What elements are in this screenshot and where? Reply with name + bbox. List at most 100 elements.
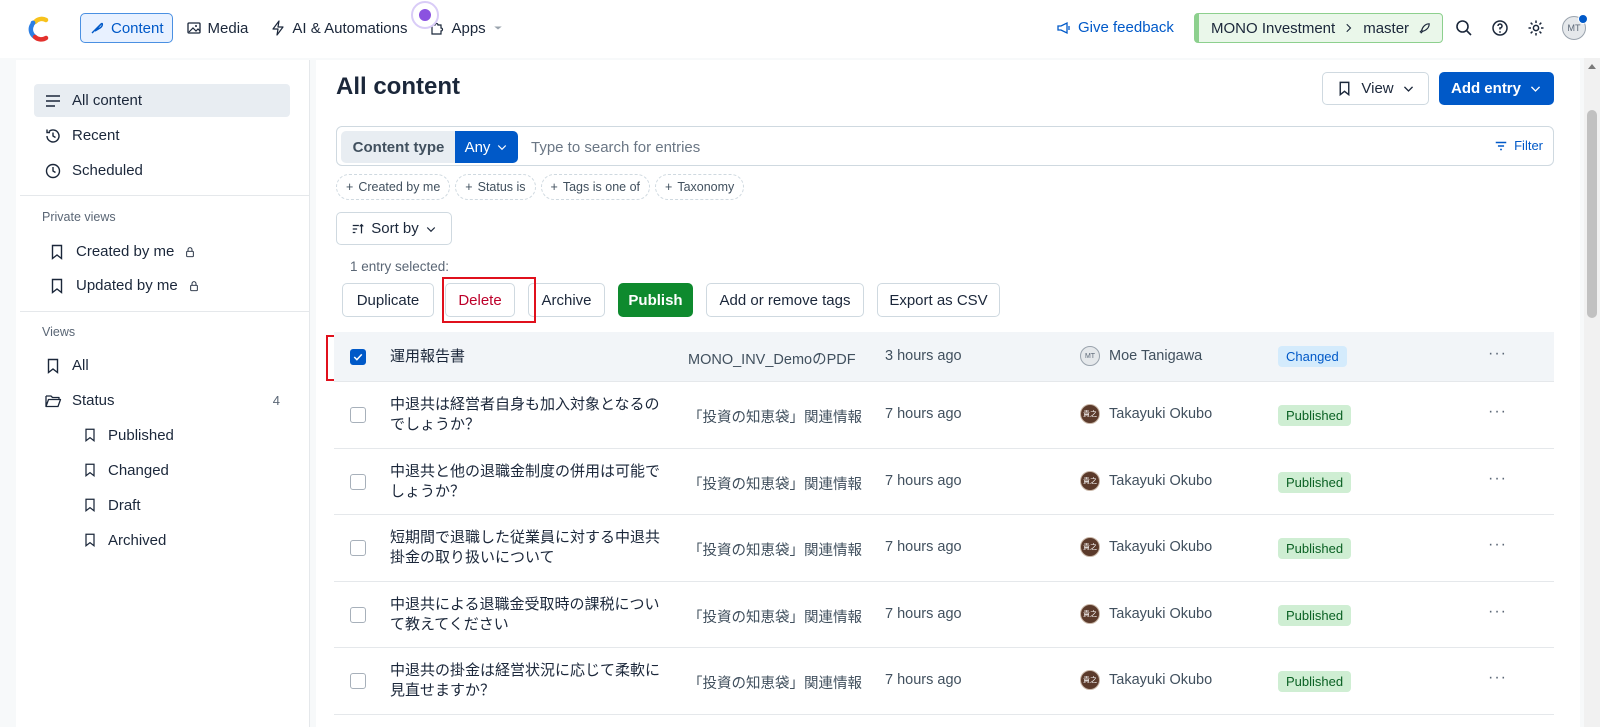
row-checkbox[interactable] bbox=[350, 474, 366, 490]
row-checkbox[interactable] bbox=[350, 407, 366, 423]
sidebar-item-label: All bbox=[72, 357, 89, 374]
sidebar-item-scheduled[interactable]: Scheduled bbox=[34, 154, 290, 187]
more-actions-icon[interactable]: ··· bbox=[1488, 470, 1507, 488]
more-actions-icon[interactable]: ··· bbox=[1488, 536, 1507, 554]
sidebar-item-updated-by-me[interactable]: Updated by me bbox=[38, 269, 294, 302]
search-icon[interactable] bbox=[1454, 18, 1474, 38]
entry-name[interactable]: 中退共は経営者自身も加入対象となるのでしょうか？ bbox=[390, 395, 660, 435]
sidebar-item-recent[interactable]: Recent bbox=[34, 119, 290, 152]
sidebar-item-draft[interactable]: Draft bbox=[82, 490, 332, 520]
author-avatar: 貴之 bbox=[1080, 404, 1100, 424]
add-remove-tags-button[interactable]: Add or remove tags bbox=[706, 283, 864, 317]
entry-updated: 7 hours ago bbox=[885, 606, 962, 622]
table-row[interactable]: 短期間で退職した従業員に対する中退共掛金の取り扱いについて 「投資の知恵袋」関連… bbox=[334, 515, 1554, 582]
nav-content[interactable]: Content bbox=[80, 13, 173, 43]
entry-name[interactable]: 短期間で退職した従業員に対する中退共掛金の取り扱いについて bbox=[390, 528, 660, 568]
status-badge: Published bbox=[1278, 671, 1352, 692]
nav-media[interactable]: Media bbox=[177, 13, 258, 43]
sort-by-label: Sort by bbox=[371, 220, 419, 237]
sidebar-item-label: Archived bbox=[108, 531, 167, 549]
author-avatar: MT bbox=[1080, 346, 1100, 366]
table-row[interactable]: 中退共の掛金は経営状況に応じて柔軟に見直せますか？ 「投資の知恵袋」関連情報 7… bbox=[334, 648, 1554, 715]
environment-name: master bbox=[1363, 19, 1410, 37]
sidebar-item-status[interactable]: Status 4 bbox=[34, 384, 290, 417]
author-avatar: 貴之 bbox=[1080, 471, 1100, 491]
archive-button[interactable]: Archive bbox=[528, 283, 605, 317]
view-button[interactable]: View bbox=[1322, 72, 1429, 105]
entry-name[interactable]: 中退共と他の退職金制度の併用は可能でしょうか？ bbox=[390, 462, 660, 502]
entry-author: 貴之 Takayuki Okubo bbox=[1080, 604, 1212, 624]
row-checkbox[interactable] bbox=[350, 673, 366, 689]
row-checkbox[interactable] bbox=[350, 540, 366, 556]
author-avatar: 貴之 bbox=[1080, 604, 1100, 624]
more-actions-icon[interactable]: ··· bbox=[1488, 403, 1507, 421]
scroll-thumb[interactable] bbox=[1587, 110, 1597, 318]
give-feedback-link[interactable]: Give feedback bbox=[1056, 19, 1174, 36]
sidebar-item-label: Created by me bbox=[76, 243, 175, 260]
chip-tags-is-one-of[interactable]: + Tags is one of bbox=[540, 174, 650, 200]
export-csv-button[interactable]: Export as CSV bbox=[877, 283, 1000, 317]
publish-button[interactable]: Publish bbox=[618, 283, 693, 317]
table-row[interactable]: 運用報告書 MONO_INV_DemoのPDF 3 hours ago MT M… bbox=[334, 332, 1554, 382]
chevron-down-icon bbox=[493, 26, 502, 30]
chip-label: Tags is one of bbox=[562, 180, 640, 194]
sidebar-item-label: Draft bbox=[108, 496, 141, 514]
table-row[interactable]: 中退共は経営者自身も加入対象となるのでしょうか？ 「投資の知恵袋」関連情報 7 … bbox=[334, 382, 1554, 449]
sidebar-item-label: All content bbox=[72, 92, 143, 109]
status-badge: Changed bbox=[1278, 346, 1347, 367]
sidebar-item-all-content[interactable]: All content bbox=[34, 84, 290, 117]
entry-name[interactable]: 運用報告書 bbox=[390, 347, 660, 367]
image-icon bbox=[186, 22, 201, 34]
chip-taxonomy[interactable]: + Taxonomy bbox=[655, 174, 745, 200]
sidebar-item-changed[interactable]: Changed bbox=[82, 455, 332, 485]
table-row[interactable]: 中退共による退職金受取時の課税について教えてください 「投資の知恵袋」関連情報 … bbox=[334, 582, 1554, 648]
nav-apps-label: Apps bbox=[451, 19, 486, 37]
entry-name[interactable]: 中退共による退職金受取時の課税について教えてください bbox=[390, 595, 660, 635]
sidebar-item-archived[interactable]: Archived bbox=[82, 525, 332, 555]
chip-created-by-me[interactable]: + Created by me bbox=[336, 174, 451, 200]
entry-content-type: 「投資の知恵袋」関連情報 bbox=[688, 477, 862, 493]
duplicate-button[interactable]: Duplicate bbox=[342, 283, 434, 317]
table-row[interactable]: 中退共と他の退職金制度の併用は可能でしょうか？ 「投資の知恵袋」関連情報 7 h… bbox=[334, 449, 1554, 515]
sidebar-item-created-by-me[interactable]: Created by me bbox=[38, 235, 294, 268]
help-icon[interactable] bbox=[1490, 18, 1510, 38]
sidebar-item-all[interactable]: All bbox=[34, 349, 290, 382]
status-badge: Published bbox=[1278, 472, 1352, 493]
delete-highlight-box bbox=[442, 277, 536, 323]
add-entry-button[interactable]: Add entry bbox=[1439, 72, 1554, 105]
lightning-icon bbox=[272, 20, 285, 36]
chip-status-is[interactable]: + Status is bbox=[455, 174, 536, 200]
view-button-label: View bbox=[1361, 80, 1394, 97]
contentful-logo-icon[interactable] bbox=[26, 16, 52, 42]
scroll-up-arrow-icon[interactable] bbox=[1588, 64, 1596, 69]
plus-icon: + bbox=[550, 180, 558, 194]
entry-author: MT Moe Tanigawa bbox=[1080, 346, 1202, 366]
more-actions-icon[interactable]: ··· bbox=[1488, 669, 1507, 687]
more-actions-icon[interactable]: ··· bbox=[1488, 345, 1507, 363]
notification-dot-icon[interactable] bbox=[411, 1, 439, 29]
gear-icon[interactable] bbox=[1526, 18, 1546, 38]
content-type-select[interactable]: Any bbox=[455, 131, 518, 163]
sort-by-button[interactable]: Sort by bbox=[336, 212, 452, 245]
row-checkbox[interactable] bbox=[350, 349, 366, 365]
entry-updated: 7 hours ago bbox=[885, 406, 962, 422]
content-type-value: Any bbox=[464, 138, 491, 156]
checkmark-icon bbox=[353, 353, 363, 361]
more-actions-icon[interactable]: ··· bbox=[1488, 603, 1507, 621]
nav-ai-automations[interactable]: AI & Automations bbox=[261, 13, 416, 43]
entry-name[interactable]: 中退共の掛金は経営状況に応じて柔軟に見直せますか？ bbox=[390, 661, 660, 701]
megaphone-icon bbox=[1057, 21, 1070, 34]
status-badge: Published bbox=[1278, 405, 1352, 426]
entry-author: 貴之 Takayuki Okubo bbox=[1080, 537, 1212, 557]
sidebar-item-published[interactable]: Published bbox=[82, 420, 332, 450]
page-scrollbar[interactable] bbox=[1584, 58, 1600, 727]
user-avatar[interactable]: MT bbox=[1562, 14, 1588, 40]
plus-icon: + bbox=[465, 180, 473, 194]
search-input[interactable] bbox=[531, 133, 1431, 161]
content-type-label: Content type bbox=[341, 131, 456, 163]
chevron-down-icon bbox=[498, 145, 507, 151]
row-checkbox[interactable] bbox=[350, 607, 366, 623]
space-environment-switcher[interactable]: MONO Investment master bbox=[1194, 13, 1443, 43]
filter-button[interactable]: Filter bbox=[1494, 138, 1543, 153]
author-name: Takayuki Okubo bbox=[1109, 473, 1213, 489]
